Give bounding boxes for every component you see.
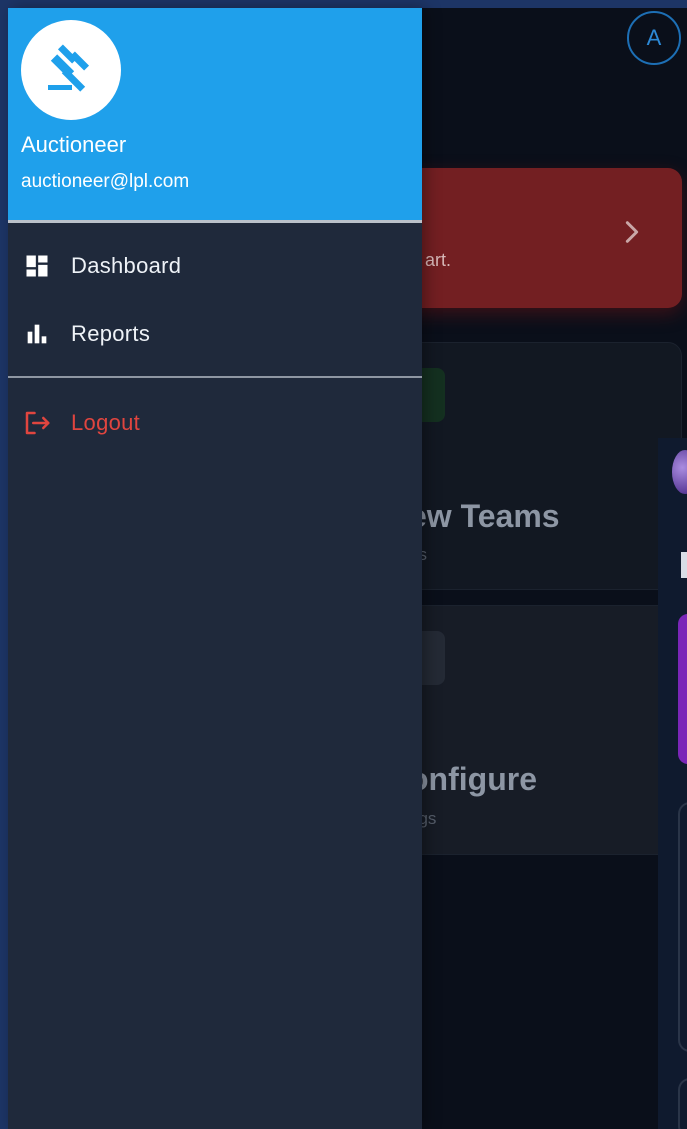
gavel-icon [48,44,90,92]
orb-icon [672,450,687,494]
menu-item-dashboard[interactable]: Dashboard [8,236,422,296]
logout-icon [22,408,52,438]
chevron-right-icon [625,221,639,243]
menu-item-logout[interactable]: Logout [8,393,422,453]
side-card [678,1078,687,1129]
user-email: auctioneer@lpl.com [21,171,190,192]
bar-chart-icon [22,319,52,349]
navigation-drawer: Auctioneer auctioneer@lpl.com Dashboard … [8,8,422,1129]
side-panel [658,438,687,1129]
side-card [678,802,687,1052]
alert-card-subtitle: art. [425,250,452,270]
account-avatar-button[interactable]: A [627,11,681,65]
menu-divider [8,376,422,378]
user-avatar [21,20,121,120]
header-divider [8,220,422,223]
card-title: onfigure [409,761,537,797]
menu-item-reports[interactable]: Reports [8,304,422,364]
menu-item-label: Dashboard [71,253,182,278]
drawer-header: Auctioneer auctioneer@lpl.com [8,8,422,220]
card-title: ew Teams [409,498,560,534]
user-name: Auctioneer [21,132,127,157]
dashboard-icon [22,251,52,281]
side-purple-card [678,614,687,764]
menu-item-label: Logout [71,410,141,435]
menu-item-label: Reports [71,321,151,346]
side-marker [681,552,687,578]
